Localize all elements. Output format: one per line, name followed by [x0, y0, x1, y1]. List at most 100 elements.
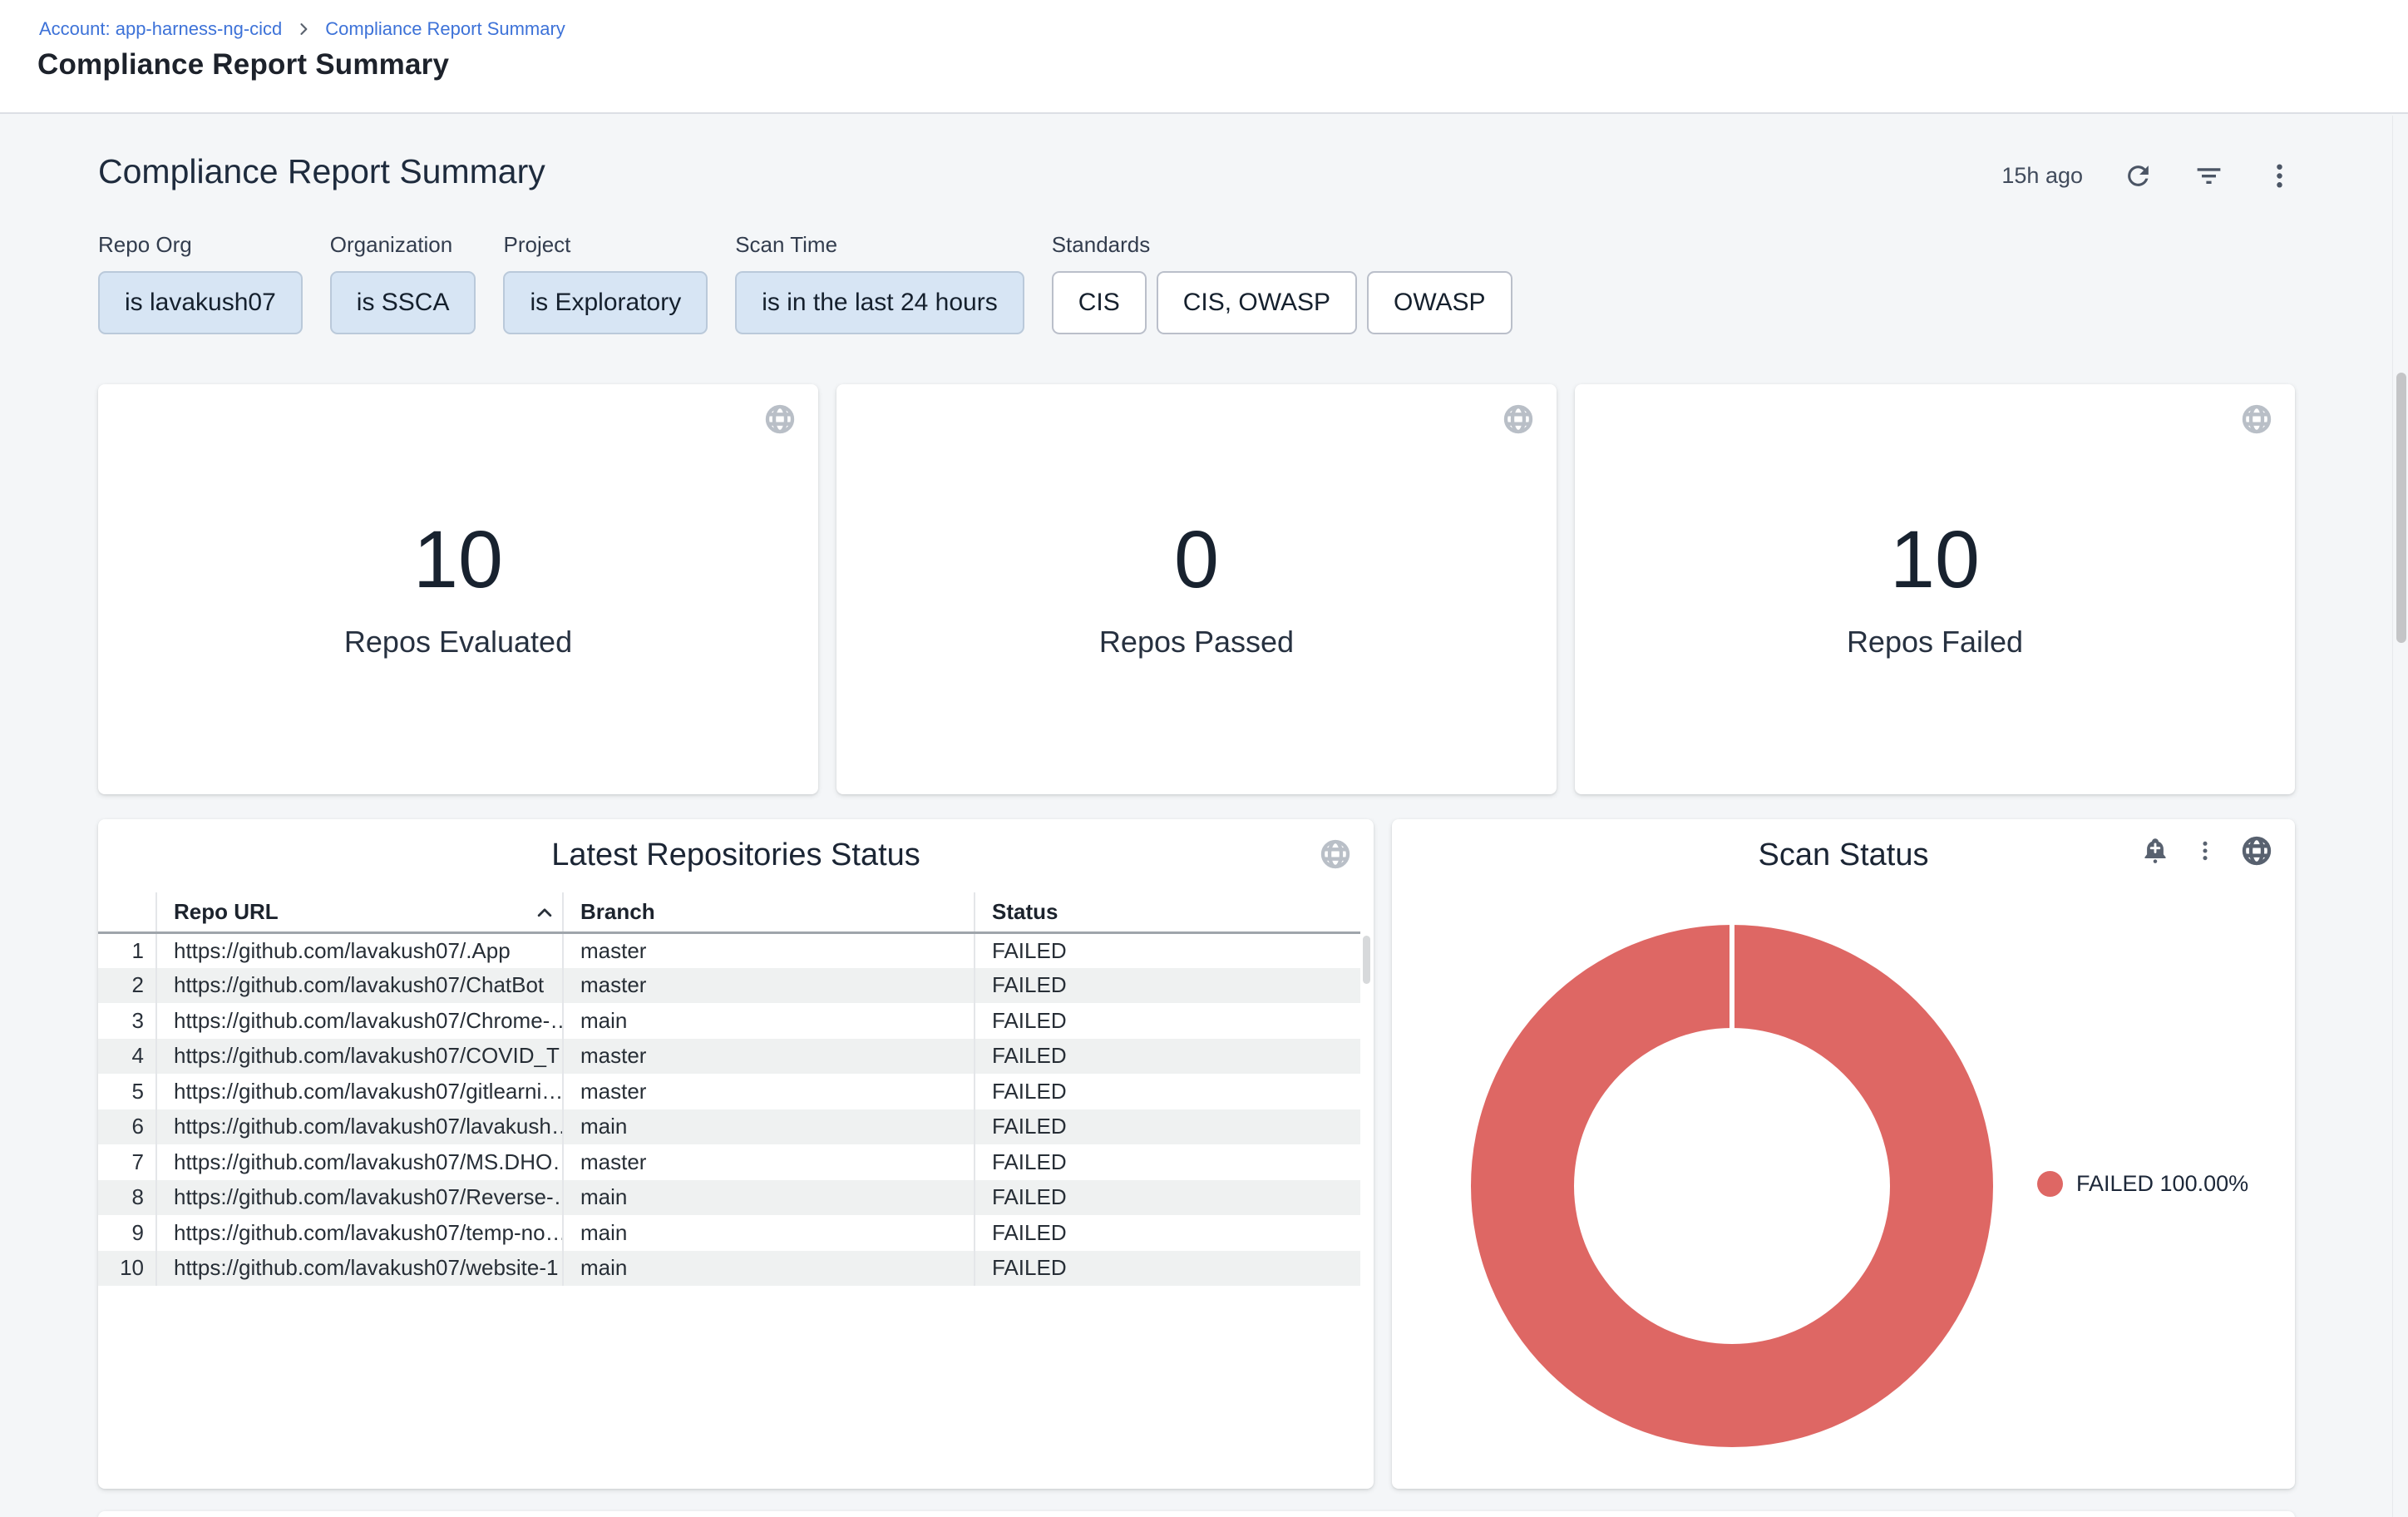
- stat-card-repos-failed: 10 Repos Failed: [1575, 384, 2295, 794]
- repo-url-cell: https://github.com/lavakush07/gitlearni…: [156, 1074, 563, 1109]
- status-cell: FAILED: [975, 968, 1360, 1004]
- table-row: 1 https://github.com/lavakush07/.App mas…: [98, 932, 1360, 968]
- status-cell: FAILED: [975, 1180, 1360, 1216]
- stat-value: 10: [1890, 519, 1980, 600]
- row-number-header: [98, 892, 156, 932]
- table-scrollbar-thumb[interactable]: [1363, 936, 1370, 984]
- table-row: 10 https://github.com/lavakush07/website…: [98, 1251, 1360, 1287]
- filter-chip-standards-cis[interactable]: CIS: [1052, 271, 1147, 334]
- table-row: 7 https://github.com/lavakush07/MS.DHO… …: [98, 1144, 1360, 1180]
- table-row: 9 https://github.com/lavakush07/temp-no……: [98, 1215, 1360, 1251]
- filter-chip-project[interactable]: is Exploratory: [503, 271, 708, 334]
- filter-icon[interactable]: [2193, 161, 2224, 191]
- stat-label: Repos Passed: [1099, 625, 1294, 660]
- filter-label: Repo Org: [98, 232, 303, 258]
- kebab-menu-icon[interactable]: [2192, 838, 2218, 864]
- column-header-branch[interactable]: Branch: [563, 892, 975, 932]
- stat-label: Repos Failed: [1847, 625, 2023, 660]
- repo-url-cell: https://github.com/lavakush07/ChatBot: [156, 968, 563, 1004]
- breadcrumb: Account: app-harness-ng-cicd Compliance …: [39, 18, 565, 40]
- next-panel-card: [98, 1511, 2295, 1517]
- table-row: 6 https://github.com/lavakush07/lavakush…: [98, 1109, 1360, 1145]
- column-header-status[interactable]: Status: [975, 892, 1360, 932]
- branch-cell: main: [563, 1215, 975, 1251]
- globe-icon[interactable]: [1319, 838, 1352, 871]
- app-header: Account: app-harness-ng-cicd Compliance …: [0, 0, 2408, 114]
- stat-value: 10: [413, 519, 503, 600]
- filter-label: Scan Time: [735, 232, 1024, 258]
- filter-label: Project: [503, 232, 708, 258]
- stat-card-repos-evaluated: 10 Repos Evaluated: [98, 384, 818, 794]
- branch-cell: master: [563, 1144, 975, 1180]
- sort-asc-icon: [535, 902, 554, 921]
- refresh-icon[interactable]: [2123, 161, 2154, 191]
- repo-url-cell: https://github.com/lavakush07/lavakush…: [156, 1109, 563, 1145]
- filter-chip-standards-owasp[interactable]: OWASP: [1367, 271, 1512, 334]
- column-header-repo-url[interactable]: Repo URL: [156, 892, 563, 932]
- filter-chip-organization[interactable]: is SSCA: [330, 271, 476, 334]
- repo-url-cell: https://github.com/lavakush07/MS.DHO…: [156, 1144, 563, 1180]
- globe-icon[interactable]: [2240, 834, 2273, 867]
- status-cell: FAILED: [975, 1251, 1360, 1287]
- status-cell: FAILED: [975, 1144, 1360, 1180]
- branch-cell: main: [563, 1180, 975, 1216]
- status-cell: FAILED: [975, 1003, 1360, 1039]
- status-cell: FAILED: [975, 1039, 1360, 1075]
- branch-cell: main: [563, 1003, 975, 1039]
- chevron-right-icon: [295, 21, 312, 37]
- globe-icon[interactable]: [2240, 403, 2273, 436]
- row-number: 3: [98, 1003, 156, 1039]
- dashboard-title: Compliance Report Summary: [98, 152, 545, 191]
- scan-status-card: Scan Status FAILED 100.00%: [1392, 819, 2295, 1489]
- repo-url-cell: https://github.com/lavakush07/temp-no…: [156, 1215, 563, 1251]
- row-number: 5: [98, 1074, 156, 1109]
- filter-chip-repo-org[interactable]: is lavakush07: [98, 271, 303, 334]
- bell-plus-icon[interactable]: [2140, 836, 2170, 866]
- row-number: 9: [98, 1215, 156, 1251]
- table-card-title: Latest Repositories Status: [98, 838, 1374, 873]
- repo-url-cell: https://github.com/lavakush07/Chrome-…: [156, 1003, 563, 1039]
- dashboard: Compliance Report Summary 15h ago Repo O…: [98, 114, 2295, 1517]
- row-number: 6: [98, 1109, 156, 1145]
- page-scrollbar-thumb[interactable]: [2396, 373, 2406, 643]
- repo-url-cell: https://github.com/lavakush07/Reverse-…: [156, 1180, 563, 1216]
- globe-icon[interactable]: [1502, 403, 1535, 436]
- donut-hole: [1574, 1028, 1890, 1344]
- breadcrumb-account-link[interactable]: Account: app-harness-ng-cicd: [39, 18, 282, 40]
- status-cell: FAILED: [975, 1074, 1360, 1109]
- stat-value: 0: [1174, 519, 1219, 600]
- last-updated-label: 15h ago: [2001, 163, 2083, 189]
- row-number: 2: [98, 968, 156, 1004]
- filter-chip-standards-cis-owasp[interactable]: CIS, OWASP: [1157, 271, 1357, 334]
- legend-failed-dot: [2037, 1171, 2063, 1197]
- repo-url-cell: https://github.com/lavakush07/website-1: [156, 1251, 563, 1287]
- donut-slice-seam: [1730, 925, 1734, 1030]
- latest-repositories-card: Latest Repositories Status: [98, 819, 1374, 1489]
- table-row: 5 https://github.com/lavakush07/gitlearn…: [98, 1074, 1360, 1109]
- filter-group-organization: Organization is SSCA: [330, 232, 476, 334]
- filter-bar: Repo Org is lavakush07 Organization is S…: [98, 232, 1512, 334]
- page-scrollbar[interactable]: [2392, 116, 2408, 1517]
- branch-cell: main: [563, 1109, 975, 1145]
- branch-cell: master: [563, 968, 975, 1004]
- filter-label: Organization: [330, 232, 476, 258]
- table-row: 3 https://github.com/lavakush07/Chrome-……: [98, 1003, 1360, 1039]
- row-number: 1: [98, 932, 156, 968]
- page-title: Compliance Report Summary: [37, 48, 449, 82]
- branch-cell: master: [563, 1074, 975, 1109]
- filter-group-scan-time: Scan Time is in the last 24 hours: [735, 232, 1024, 334]
- filter-group-project: Project is Exploratory: [503, 232, 708, 334]
- row-number: 4: [98, 1039, 156, 1075]
- table-row: 2 https://github.com/lavakush07/ChatBot …: [98, 968, 1360, 1004]
- repo-table: Repo URL Branch Status 1 https://github.…: [98, 892, 1360, 1286]
- globe-icon[interactable]: [763, 403, 797, 436]
- table-row: 4 https://github.com/lavakush07/COVID_T……: [98, 1039, 1360, 1075]
- kebab-menu-icon[interactable]: [2264, 161, 2295, 191]
- repo-url-cell: https://github.com/lavakush07/.App: [156, 932, 563, 968]
- filter-chip-scan-time[interactable]: is in the last 24 hours: [735, 271, 1024, 334]
- table-row: 8 https://github.com/lavakush07/Reverse-…: [98, 1180, 1360, 1216]
- breadcrumb-page-link[interactable]: Compliance Report Summary: [325, 18, 565, 40]
- filter-group-standards: Standards CIS CIS, OWASP OWASP: [1052, 232, 1512, 334]
- row-number: 8: [98, 1180, 156, 1216]
- legend-failed-label: FAILED 100.00%: [2076, 1171, 2248, 1197]
